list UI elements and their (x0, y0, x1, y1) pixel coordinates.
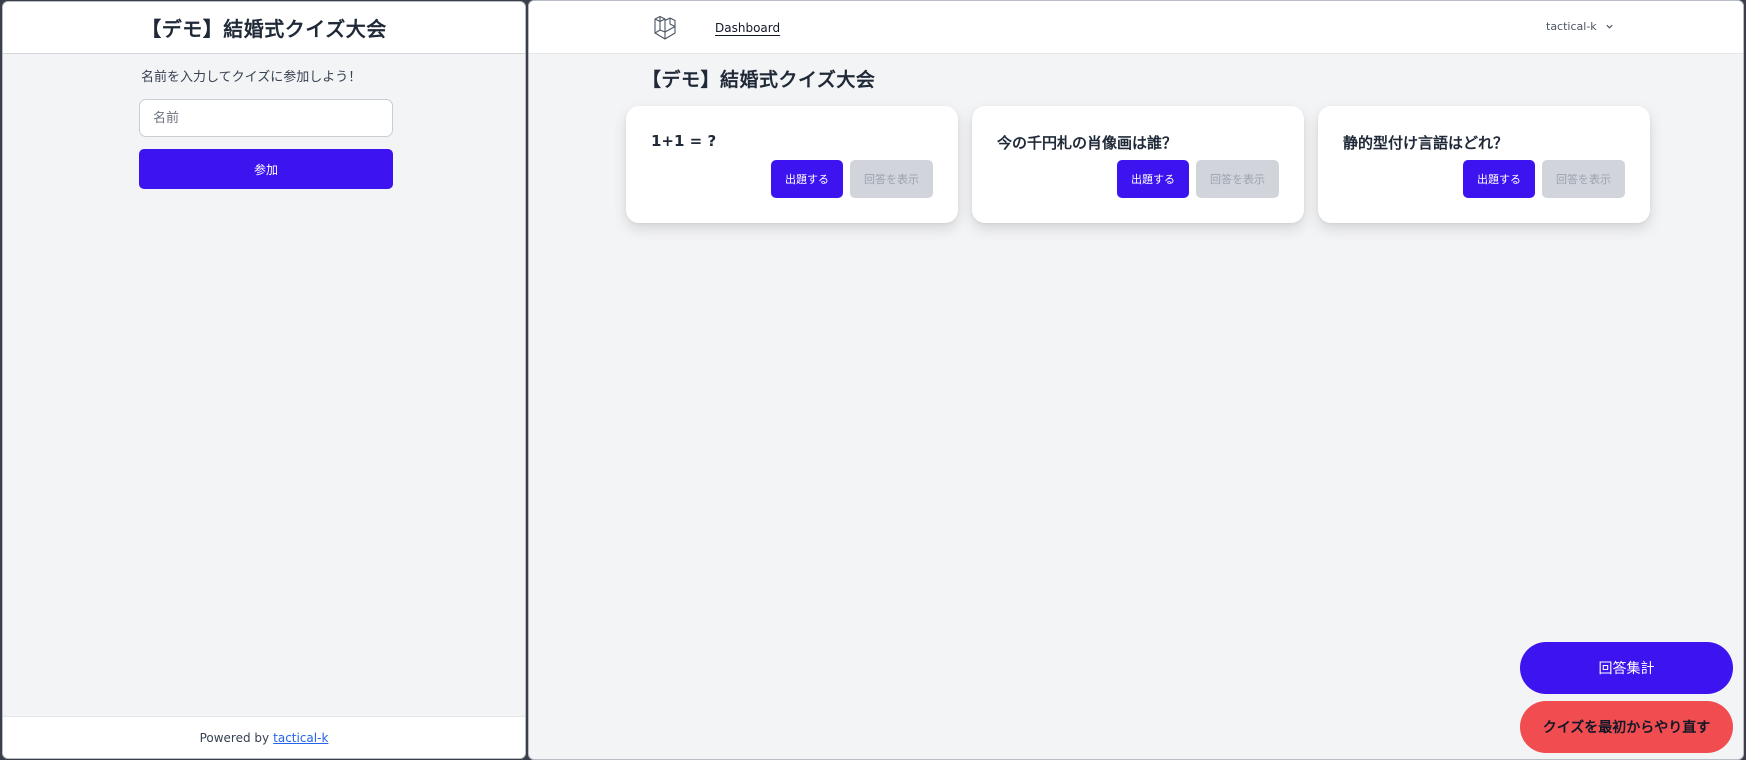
show-answer-button[interactable]: 回答を表示 (850, 160, 933, 198)
show-answer-button[interactable]: 回答を表示 (1542, 160, 1625, 198)
quiz-card: 今の千円札の肖像画は誰？ 出題する 回答を表示 (972, 106, 1304, 223)
participant-footer: Powered by tactical-k (3, 716, 525, 758)
top-nav: Dashboard tactical-k (529, 1, 1743, 54)
join-button[interactable]: 参加 (139, 149, 393, 189)
chevron-down-icon (1606, 24, 1613, 29)
quiz-question: 今の千円札の肖像画は誰？ (997, 134, 1178, 152)
page-title: 【デモ】結婚式クイズ大会 (642, 69, 876, 91)
quiz-question: 静的型付け言語はどれ？ (1343, 134, 1509, 152)
ask-question-button[interactable]: 出題する (771, 160, 843, 198)
quiz-card: 1+1 = ? 出題する 回答を表示 (626, 106, 958, 223)
join-prompt: 名前を入力してクイズに参加しよう！ (141, 70, 362, 85)
quiz-actions: 出題する 回答を表示 (1463, 160, 1625, 198)
reset-quiz-button[interactable]: クイズを最初からやり直す (1520, 701, 1733, 753)
participant-title: 【デモ】結婚式クイズ大会 (141, 17, 387, 41)
ask-question-button[interactable]: 出題する (1463, 160, 1535, 198)
powered-by-text: Powered by (199, 730, 270, 745)
join-form: 名前を入力してクイズに参加しよう！ 参加 (139, 66, 393, 189)
participant-window: 【デモ】結婚式クイズ大会 名前を入力してクイズに参加しよう！ 参加 Powere… (2, 1, 526, 759)
participant-header: 【デモ】結婚式クイズ大会 (3, 2, 525, 54)
show-answer-button[interactable]: 回答を表示 (1196, 160, 1279, 198)
ask-question-button[interactable]: 出題する (1117, 160, 1189, 198)
user-menu[interactable]: tactical-k (1546, 20, 1614, 33)
quiz-card: 静的型付け言語はどれ？ 出題する 回答を表示 (1318, 106, 1650, 223)
footer-author-link[interactable]: tactical-k (273, 731, 328, 745)
quiz-card-list: 1+1 = ? 出題する 回答を表示 今の千円札の肖像画は誰？ 出題する 回答を… (626, 106, 1650, 223)
laravel-logo-icon[interactable] (653, 14, 681, 42)
nav-dashboard-link[interactable]: Dashboard (715, 21, 780, 35)
user-name: tactical-k (1546, 20, 1597, 33)
quiz-question: 1+1 = ? (651, 132, 717, 150)
tally-answers-button[interactable]: 回答集計 (1520, 642, 1733, 694)
quiz-actions: 出題する 回答を表示 (771, 160, 933, 198)
name-input[interactable] (139, 99, 393, 137)
admin-window: Dashboard tactical-k 【デモ】結婚式クイズ大会 1+1 = … (528, 0, 1744, 760)
quiz-actions: 出題する 回答を表示 (1117, 160, 1279, 198)
